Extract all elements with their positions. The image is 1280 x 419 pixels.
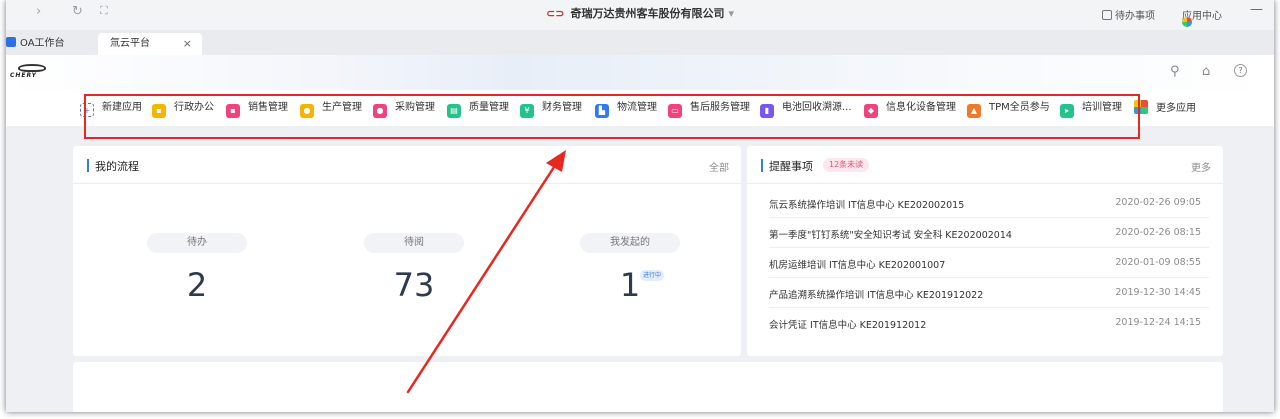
unread-badge: 12条未读 [823, 158, 870, 172]
app-window: › ↻ ⛶ ⊂⊃ 奇瑞万达贵州客车股份有限公司 ▾ 待办事项 应用中心 — OA工作… [6, 0, 1274, 412]
chery-logo: CHERY [10, 64, 54, 80]
chevron-down-icon: ▾ [728, 7, 734, 20]
accent-bar [87, 159, 89, 172]
stat-label: 待办 [147, 233, 247, 253]
stat-initiated[interactable]: 我发起的 1 进行中 [570, 230, 690, 304]
item-time: 2020-02-26 09:05 [1115, 197, 1201, 208]
list-item[interactable]: 第一季度"钉钉系统"安全知识考试 安全科 KE202002014 2020-02… [769, 218, 1209, 248]
minimize-icon[interactable]: — [1250, 2, 1263, 17]
item-title: 会计凭证 IT信息中心 KE201912012 [769, 320, 927, 331]
my-flow-card: 我的流程 全部 待办 2 待阅 73 我发起的 1 进行中 [73, 146, 741, 356]
item-title: 机房运维培训 IT信息中心 KE202001007 [769, 260, 946, 271]
chery-logo-icon [18, 64, 46, 72]
logo-text: CHERY [10, 72, 37, 79]
app-center-button[interactable]: 应用中心 [1182, 7, 1222, 27]
search-icon[interactable]: ⚲ [1170, 64, 1180, 79]
item-time: 2020-01-09 08:55 [1115, 257, 1201, 268]
todo-icon [1102, 10, 1112, 20]
stat-todo[interactable]: 待办 2 [137, 230, 257, 304]
tab-bar: OA工作台 氚云平台 × [6, 30, 1274, 55]
tab-label: OA工作台 [20, 38, 65, 49]
app-center-icon [1182, 17, 1192, 27]
list-item[interactable]: 机房运维培训 IT信息中心 KE202001007 2020-01-09 08:… [769, 248, 1209, 278]
stat-value: 2 [186, 266, 208, 304]
item-time: 2020-02-26 08:15 [1115, 227, 1201, 238]
stat-label: 我发起的 [580, 233, 680, 253]
accent-bar [761, 159, 763, 172]
status-badge: 进行中 [640, 270, 665, 281]
company-switcher[interactable]: ⊂⊃ 奇瑞万达贵州客车股份有限公司 ▾ [6, 5, 1274, 21]
header: CHERY ⚲ ⌂ ? [6, 55, 1274, 90]
company-logo-icon: ⊂⊃ [546, 7, 565, 20]
list-item[interactable]: 会计凭证 IT信息中心 KE201912012 2019-12-24 14:15 [769, 308, 1209, 338]
item-time: 2019-12-24 14:15 [1115, 317, 1201, 328]
list-item[interactable]: 产品追溯系统操作培训 IT信息中心 KE201912022 2019-12-30… [769, 278, 1209, 308]
item-title: 产品追溯系统操作培训 IT信息中心 KE201912022 [769, 290, 984, 301]
app-more[interactable]: 更多应用 [1134, 100, 1196, 116]
app-label: 更多应用 [1156, 103, 1196, 114]
stat-label: 待阅 [364, 233, 464, 253]
stat-to-read[interactable]: 待阅 73 [354, 230, 474, 304]
view-all-link[interactable]: 全部 [709, 159, 729, 174]
oa-icon [6, 37, 16, 47]
todo-label: 待办事项 [1115, 11, 1155, 22]
title-bar: › ↻ ⛶ ⊂⊃ 奇瑞万达贵州客车股份有限公司 ▾ 待办事项 应用中心 — [6, 0, 1274, 30]
card-title: 提醒事项 [769, 160, 813, 173]
card-header: 提醒事项 12条未读 更多 [747, 146, 1223, 184]
stat-value: 73 [393, 266, 435, 304]
help-icon[interactable]: ? [1234, 64, 1247, 77]
reminders-card: 提醒事项 12条未读 更多 氚云系统操作培训 IT信息中心 KE20200201… [747, 146, 1223, 356]
item-time: 2019-12-30 14:45 [1115, 287, 1201, 298]
card-title: 我的流程 [95, 160, 139, 173]
more-link[interactable]: 更多 [1191, 159, 1211, 174]
card-header: 我的流程 全部 [73, 146, 741, 184]
list-item[interactable]: 氚云系统操作培训 IT信息中心 KE202002015 2020-02-26 0… [769, 188, 1209, 218]
home-icon[interactable]: ⌂ [1202, 64, 1210, 79]
item-title: 第一季度"钉钉系统"安全知识考试 安全科 KE202002014 [769, 230, 1012, 241]
company-name: 奇瑞万达贵州客车股份有限公司 [570, 7, 725, 20]
item-title: 氚云系统操作培训 IT信息中心 KE202002015 [769, 200, 965, 211]
bottom-card [73, 362, 1223, 412]
close-icon[interactable]: × [183, 33, 192, 55]
tab-oa-workbench[interactable]: OA工作台 [6, 33, 65, 55]
stat-value: 1 [619, 266, 641, 304]
highlight-box [84, 94, 1140, 139]
tab-chuanyun-platform[interactable]: 氚云平台 × [98, 33, 202, 55]
todo-button[interactable]: 待办事项 [1102, 7, 1155, 22]
tab-label: 氚云平台 [110, 38, 150, 49]
